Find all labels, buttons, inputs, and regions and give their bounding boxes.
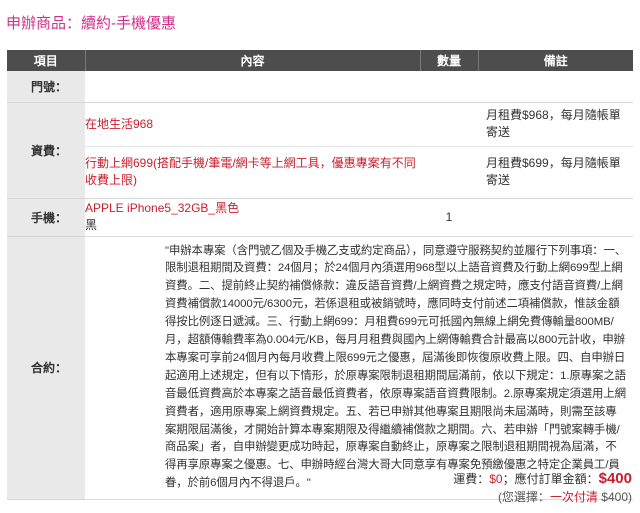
shipping-value: $0	[489, 472, 503, 486]
order-totals: 運費：$0；應付訂單金額：$400 (您選擇：一次付清 $400)	[453, 469, 632, 505]
tariff-row-2: 行動上網699(搭配手機/筆電/網卡等上網工具，優惠專案有不同 收費上限) 月租…	[7, 146, 633, 199]
tariff-plan-1: 在地生活968	[85, 116, 154, 131]
door-number-value-redacted	[85, 79, 201, 94]
phone-model: APPLE iPhone5_32GB_黑色	[85, 201, 240, 215]
header-qty: 數量	[420, 50, 479, 71]
tariff-plan-2-note: 月租費$699，每月隨帳單寄送	[478, 146, 633, 199]
phone-label: 手機：	[7, 198, 85, 237]
header-note: 備註	[478, 50, 633, 71]
door-number-row: 門號：	[7, 71, 633, 103]
tariff-label: 資費：	[7, 102, 85, 199]
contract-label: 合約：	[7, 236, 85, 501]
payment-amount: $400)	[601, 490, 632, 504]
order-total-line: 運費：$0；應付訂單金額：$400	[453, 470, 632, 487]
tariff-plan-1-note: 月租費$968，每月隨帳單寄送	[478, 102, 633, 147]
phone-color: 黑	[85, 218, 98, 232]
header-item: 項目	[7, 50, 86, 71]
table-header-row: 項目 內容 數量 備註	[7, 50, 633, 71]
payment-choice-line: (您選擇：一次付清 $400)	[497, 490, 632, 504]
order-detail-table: 項目 內容 數量 備註 門號： 資費： 在地生活968 月租費$968，每月隨帳…	[7, 50, 633, 501]
phone-row: 手機： APPLE iPhone5_32GB_黑色 黑 1	[7, 198, 633, 237]
contract-text: "申辦本專案（含門號乙個及手機乙支或約定商品），同意遵守服務契約並履行下列事項：…	[85, 236, 633, 501]
phone-qty: 1	[420, 198, 478, 237]
order-total-value: $400	[598, 470, 632, 487]
payment-method: 一次付清	[549, 490, 598, 504]
tariff-plan-2: 行動上網699(搭配手機/筆電/網卡等上網工具，優惠專案有不同 收費上限)	[85, 156, 416, 187]
tariff-row-1: 資費： 在地生活968 月租費$968，每月隨帳單寄送	[7, 102, 633, 199]
page-title: 申辦商品：續約-手機優惠	[6, 15, 176, 32]
header-content: 內容	[85, 50, 421, 71]
contract-row: 合約： "申辦本專案（含門號乙個及手機乙支或約定商品），同意遵守服務契約並履行下…	[7, 236, 633, 501]
door-number-label: 門號：	[7, 71, 85, 103]
